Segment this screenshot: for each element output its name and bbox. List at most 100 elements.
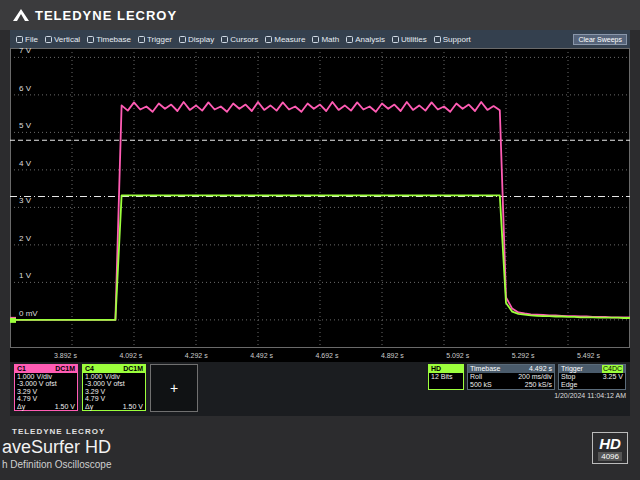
grid-line	[10, 207, 630, 208]
grid-line	[134, 48, 135, 348]
trace-line	[10, 102, 630, 320]
y-tick: 6 V	[19, 84, 31, 93]
menu-item[interactable]: Support	[431, 35, 474, 44]
menu-item[interactable]: Display	[176, 35, 217, 44]
bottom-bezel: TELEDYNE LECROYaveSurfer HDh Definition …	[0, 416, 640, 480]
acquisition-bits: 12 Bits	[429, 373, 463, 381]
x-tick: 3.892 s	[54, 352, 77, 359]
y-tick: 1 V	[19, 271, 31, 280]
menu-item-label: Timebase	[96, 35, 131, 44]
status-group: HD12 BitsTimebase4.492 sRoll200 ms/div50…	[428, 364, 626, 399]
badge-bits: 4096	[598, 452, 622, 461]
menu-item-label: Trigger	[147, 35, 172, 44]
grid-line	[258, 48, 259, 348]
trigger-box[interactable]: TriggerC4DCStop3.25 VEdge	[558, 364, 626, 390]
brand-logo: TELEDYNE LECROY	[35, 8, 177, 23]
channel-row: 3.29 V	[15, 388, 77, 396]
menu-item[interactable]: Utilities	[389, 35, 430, 44]
menu-item-icon	[138, 36, 145, 43]
menu-item[interactable]: Math	[309, 35, 342, 44]
model-branding: TELEDYNE LECROYaveSurfer HDh Definition …	[2, 427, 112, 470]
ground-marker[interactable]	[10, 318, 16, 323]
x-tick: 5.292 s	[512, 352, 535, 359]
timebase-box[interactable]: Timebase4.492 sRoll200 ms/div500 kS250 k…	[467, 364, 555, 390]
acquisition-box[interactable]: HD12 Bits	[428, 364, 464, 390]
date-time: 1/20/2024 11:04:12 AM	[554, 392, 626, 399]
channel-header: C1 DC1M	[15, 365, 77, 373]
grid-line	[10, 132, 630, 133]
top-bezel: TELEDYNE LECROY	[0, 0, 640, 30]
grid-line	[10, 169, 630, 170]
channel-row: 1.000 V/div	[83, 373, 145, 381]
delta-label: Δy	[85, 403, 93, 411]
grid-frame	[11, 49, 630, 348]
menu-bar: File Vertical Timebase Trigger Display Cursor…	[10, 30, 630, 48]
grid-line	[320, 48, 321, 348]
grid-line	[10, 282, 630, 283]
menu-item-icon	[87, 36, 94, 43]
x-tick: 4.292 s	[185, 352, 208, 359]
y-tick: 2 V	[19, 234, 31, 243]
y-tick: 7 V	[19, 46, 31, 55]
delta-label: Δy	[17, 403, 25, 411]
menu-item[interactable]: Trigger	[135, 35, 175, 44]
timebase-row: Roll200 ms/div	[468, 373, 554, 381]
trace-line	[10, 195, 630, 320]
waveform-plot	[10, 48, 630, 348]
menu-item-icon	[45, 36, 52, 43]
grid-line	[10, 57, 630, 58]
grid-line	[10, 244, 630, 245]
channel-row: 4.79 V	[83, 395, 145, 403]
menu-item[interactable]: Vertical	[42, 35, 83, 44]
trigger-row: Edge	[559, 381, 625, 389]
channel-coupling: DC1M	[55, 365, 75, 373]
y-tick: 3 V	[19, 196, 31, 205]
grid-line	[72, 48, 73, 348]
clear-sweeps-button[interactable]: Clear Sweeps	[573, 34, 627, 45]
channel-row: 4.79 V	[15, 395, 77, 403]
channel-row: 3.29 V	[83, 388, 145, 396]
trigger-row: Stop3.25 V	[559, 373, 625, 381]
x-tick: 4.892 s	[381, 352, 404, 359]
channel-box[interactable]: C1DC1M1.000 V/div-3.000 V ofst3.29 V4.79…	[14, 364, 78, 411]
grid-line	[10, 94, 630, 95]
grid-line	[568, 48, 569, 348]
add-channel-button[interactable]: +	[150, 364, 198, 412]
delta-value: 1.50 V	[55, 403, 75, 411]
x-tick: 4.692 s	[316, 352, 339, 359]
menu-item-label: Vertical	[54, 35, 80, 44]
x-tick: 5.092 s	[446, 352, 469, 359]
channel-delta: Δy 1.50 V	[83, 403, 145, 411]
menu-item[interactable]: File	[13, 35, 41, 44]
channel-row: 1.000 V/div	[15, 373, 77, 381]
menu-item-label: Support	[443, 35, 471, 44]
info-panel: C1DC1M1.000 V/div-3.000 V ofst3.29 V4.79…	[10, 362, 630, 416]
x-tick: 5.492 s	[577, 352, 600, 359]
teledyne-logo-icon	[12, 8, 30, 22]
menu-item-icon	[16, 36, 23, 43]
menu-item-label: Display	[188, 35, 214, 44]
channel-header: C4DC1M	[83, 365, 145, 373]
menu-item-label: Utilities	[401, 35, 427, 44]
menu-item[interactable]: Cursors	[218, 35, 261, 44]
menu-item-icon	[221, 36, 228, 43]
x-axis: 3.892 s4.092 s4.292 s4.492 s4.692 s4.892…	[10, 348, 630, 362]
status-boxes: HD12 BitsTimebase4.492 sRoll200 ms/div50…	[428, 364, 626, 390]
menu-item[interactable]: Measure	[262, 35, 308, 44]
grid-line	[444, 48, 445, 348]
waveform-chart: 7 V6 V5 V4 V3 V2 V1 V0 mV	[10, 48, 630, 348]
channel-label: C1	[17, 365, 26, 373]
menu-item[interactable]: Timebase	[84, 35, 134, 44]
delta-value: 1.50 V	[123, 403, 143, 411]
menu-item[interactable]: Analysis	[343, 35, 388, 44]
channel-row: -3.000 V ofst	[83, 380, 145, 388]
ground-marker[interactable]	[10, 317, 16, 322]
channel-label: C4	[85, 365, 94, 373]
menu-item-label: File	[25, 35, 38, 44]
menu-item-label: Measure	[274, 35, 305, 44]
cursor-line[interactable]	[10, 140, 630, 141]
grid-line	[196, 48, 197, 348]
menu-item-label: Analysis	[355, 35, 385, 44]
y-tick: 4 V	[19, 159, 31, 168]
channel-box[interactable]: C4DC1M1.000 V/div-3.000 V ofst3.29 V4.79…	[82, 364, 146, 411]
